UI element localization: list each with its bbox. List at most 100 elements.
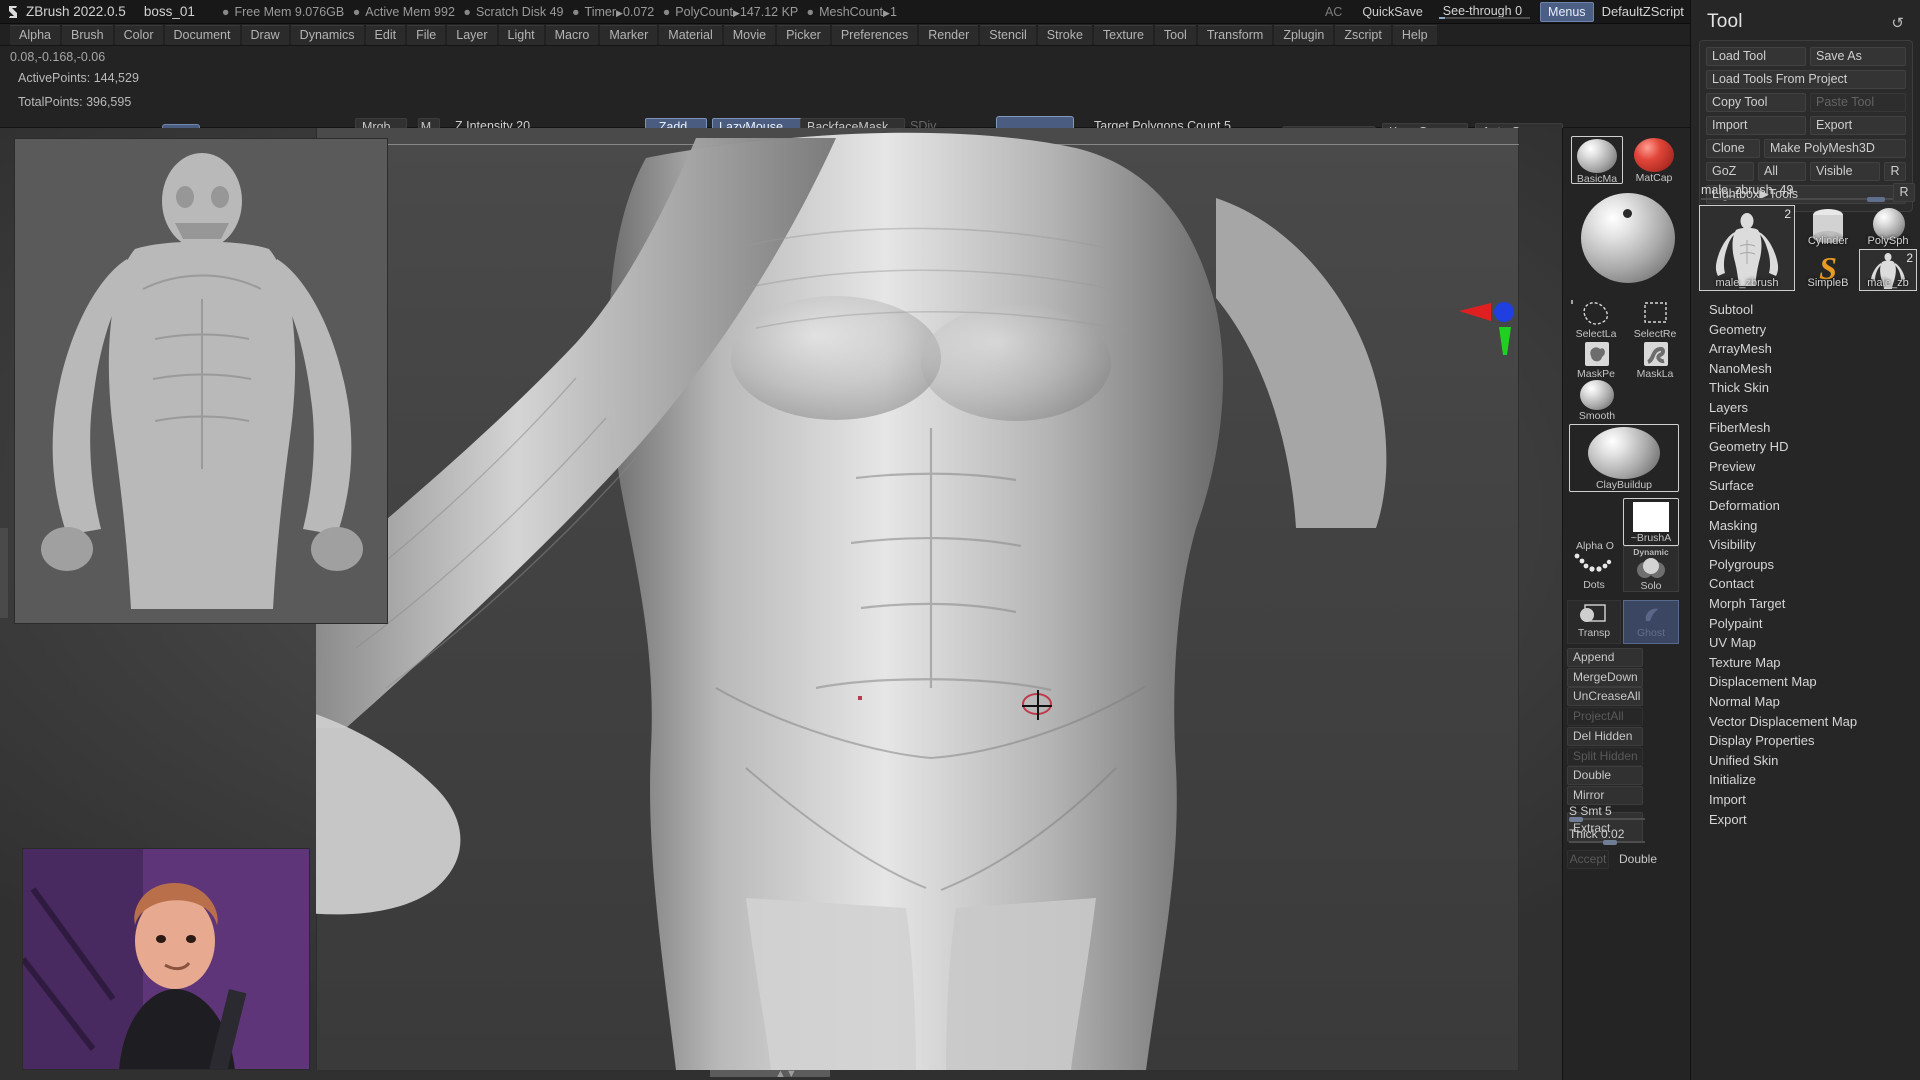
- brush-selectrect[interactable]: SelectRe: [1627, 298, 1683, 340]
- subpalette-visibility[interactable]: Visibility: [1691, 535, 1920, 555]
- subpalette-display-properties[interactable]: Display Properties: [1691, 731, 1920, 751]
- menu-item-movie[interactable]: Movie: [723, 24, 776, 45]
- transp-toggle[interactable]: Transp: [1567, 600, 1621, 644]
- subpalette-deformation[interactable]: Deformation: [1691, 496, 1920, 516]
- menus-button[interactable]: Menus: [1540, 1, 1594, 22]
- save-as-button[interactable]: Save As: [1810, 47, 1906, 66]
- subpalette-preview[interactable]: Preview: [1691, 457, 1920, 477]
- brush-alpha[interactable]: ~BrushA: [1623, 498, 1679, 546]
- subtool-uncreaseall-button[interactable]: UnCreaseAll: [1567, 687, 1643, 707]
- copy-tool-button[interactable]: Copy Tool: [1706, 93, 1806, 112]
- subpalette-unified-skin[interactable]: Unified Skin: [1691, 751, 1920, 771]
- thick-slider[interactable]: Thick 0.02: [1569, 826, 1645, 845]
- subpalette-layers[interactable]: Layers: [1691, 398, 1920, 418]
- s-smt-slider[interactable]: S Smt 5: [1569, 803, 1645, 822]
- tool-thumb-simplebrush[interactable]: S SimpleB: [1799, 249, 1857, 291]
- menu-item-marker[interactable]: Marker: [600, 24, 658, 45]
- load-tool-button[interactable]: Load Tool: [1706, 47, 1806, 66]
- menu-item-light[interactable]: Light: [498, 24, 544, 45]
- menu-item-transform[interactable]: Transform: [1197, 24, 1273, 45]
- refresh-icon[interactable]: ↺: [1891, 14, 1904, 32]
- subpalette-thick-skin[interactable]: Thick Skin: [1691, 378, 1920, 398]
- paste-tool-button[interactable]: Paste Tool: [1810, 93, 1906, 112]
- menu-item-edit[interactable]: Edit: [365, 24, 406, 45]
- menu-item-stroke[interactable]: Stroke: [1037, 24, 1092, 45]
- double-extract-button[interactable]: Double: [1613, 850, 1663, 869]
- stroke-dots[interactable]: Dots: [1567, 553, 1621, 591]
- subpalette-uv-map[interactable]: UV Map: [1691, 633, 1920, 653]
- tool-thumb-male-zbrush-2[interactable]: 2 male_zb: [1859, 249, 1917, 291]
- goz-all-button[interactable]: All: [1758, 162, 1806, 181]
- import-button[interactable]: Import: [1706, 116, 1806, 135]
- menu-item-picker[interactable]: Picker: [777, 24, 830, 45]
- subtool-append-button[interactable]: Append: [1567, 648, 1643, 667]
- subtool-mergedown-button[interactable]: MergeDown: [1567, 667, 1643, 687]
- subpalette-normal-map[interactable]: Normal Map: [1691, 692, 1920, 712]
- subpalette-nanomesh[interactable]: NanoMesh: [1691, 359, 1920, 379]
- menu-item-file[interactable]: File: [407, 24, 446, 45]
- viewport-canvas[interactable]: ▲▼: [0, 128, 1562, 1080]
- subpalette-displacement-map[interactable]: Displacement Map: [1691, 672, 1920, 692]
- goz-r-button[interactable]: R: [1884, 162, 1906, 181]
- menu-item-stencil[interactable]: Stencil: [980, 24, 1036, 45]
- current-tool-slider[interactable]: male_zbrush. 49: [1701, 183, 1893, 202]
- menu-item-zscript[interactable]: Zscript: [1335, 24, 1391, 45]
- subpalette-surface[interactable]: Surface: [1691, 476, 1920, 496]
- tool-thumb-polysphere[interactable]: PolySph: [1859, 205, 1917, 249]
- alpha-off[interactable]: Alpha O: [1569, 508, 1621, 552]
- clone-button[interactable]: Clone: [1706, 139, 1760, 158]
- current-brush-claybuildup[interactable]: ClayBuildup: [1569, 424, 1679, 492]
- canvas-scroll-arrows[interactable]: ▲▼: [775, 1068, 797, 1080]
- goz-visible-button[interactable]: Visible: [1810, 162, 1880, 181]
- subpalette-geometry-hd[interactable]: Geometry HD: [1691, 437, 1920, 457]
- menu-item-preferences[interactable]: Preferences: [831, 24, 918, 45]
- sculpt-model[interactable]: [316, 128, 1519, 1070]
- tool-thumb-cylinder[interactable]: Cylinder: [1799, 205, 1857, 249]
- subpalette-masking[interactable]: Masking: [1691, 516, 1920, 536]
- subpalette-polypaint[interactable]: Polypaint: [1691, 614, 1920, 634]
- ac-button[interactable]: AC: [1315, 5, 1352, 19]
- current-material-preview[interactable]: [1581, 193, 1675, 283]
- load-tools-from-project-button[interactable]: Load Tools From Project: [1706, 70, 1906, 89]
- goz-button[interactable]: GoZ: [1706, 162, 1754, 181]
- quicksave-button[interactable]: QuickSave: [1352, 5, 1432, 19]
- menu-item-color[interactable]: Color: [114, 24, 163, 45]
- subpalette-geometry[interactable]: Geometry: [1691, 320, 1920, 340]
- menu-item-tool[interactable]: Tool: [1154, 24, 1196, 45]
- canvas-vscrollbar[interactable]: [0, 528, 8, 618]
- menu-item-help[interactable]: Help: [1392, 24, 1437, 45]
- subpalette-initialize[interactable]: Initialize: [1691, 770, 1920, 790]
- menu-item-render[interactable]: Render: [919, 24, 979, 45]
- menu-item-alpha[interactable]: Alpha: [10, 24, 60, 45]
- subpalette-import[interactable]: Import: [1691, 790, 1920, 810]
- brush-maskpen[interactable]: MaskPe: [1569, 340, 1623, 380]
- make-polymesh3d-button[interactable]: Make PolyMesh3D: [1764, 139, 1906, 158]
- subpalette-polygroups[interactable]: Polygroups: [1691, 555, 1920, 575]
- canvas-hscrollbar[interactable]: [710, 1070, 830, 1077]
- menu-item-zplugin[interactable]: Zplugin: [1274, 24, 1334, 45]
- subpalette-texture-map[interactable]: Texture Map: [1691, 653, 1920, 673]
- brush-smooth[interactable]: Smooth: [1569, 380, 1625, 422]
- material-matcap[interactable]: MatCap: [1627, 136, 1681, 184]
- accept-button[interactable]: Accept: [1567, 850, 1609, 869]
- brush-masklasso[interactable]: MaskLa: [1627, 340, 1683, 380]
- menu-item-macro[interactable]: Macro: [545, 24, 599, 45]
- menu-item-dynamics[interactable]: Dynamics: [290, 24, 364, 45]
- material-basicmaterial[interactable]: BasicMа: [1571, 136, 1623, 185]
- menu-item-texture[interactable]: Texture: [1093, 24, 1153, 45]
- see-through-slider[interactable]: See-through 0: [1433, 3, 1534, 20]
- subpalette-subtool[interactable]: Subtool: [1691, 300, 1920, 320]
- subpalette-export[interactable]: Export: [1691, 810, 1920, 830]
- subpalette-vector-displacement-map[interactable]: Vector Displacement Map: [1691, 712, 1920, 732]
- menu-item-document[interactable]: Document: [164, 24, 240, 45]
- subpalette-arraymesh[interactable]: ArrayMesh: [1691, 339, 1920, 359]
- webcam-overlay[interactable]: [22, 848, 310, 1070]
- subpalette-morph-target[interactable]: Morph Target: [1691, 594, 1920, 614]
- subtool-del-hidden-button[interactable]: Del Hidden: [1567, 726, 1643, 746]
- menu-item-layer[interactable]: Layer: [447, 24, 497, 45]
- ghost-toggle[interactable]: Ghost: [1623, 600, 1679, 644]
- subtool-double-button[interactable]: Double: [1567, 766, 1643, 786]
- brush-selectlasso[interactable]: SelectLa: [1569, 298, 1623, 340]
- solo-toggle[interactable]: Dynamic Solo: [1623, 546, 1679, 592]
- subpalette-contact[interactable]: Contact: [1691, 574, 1920, 594]
